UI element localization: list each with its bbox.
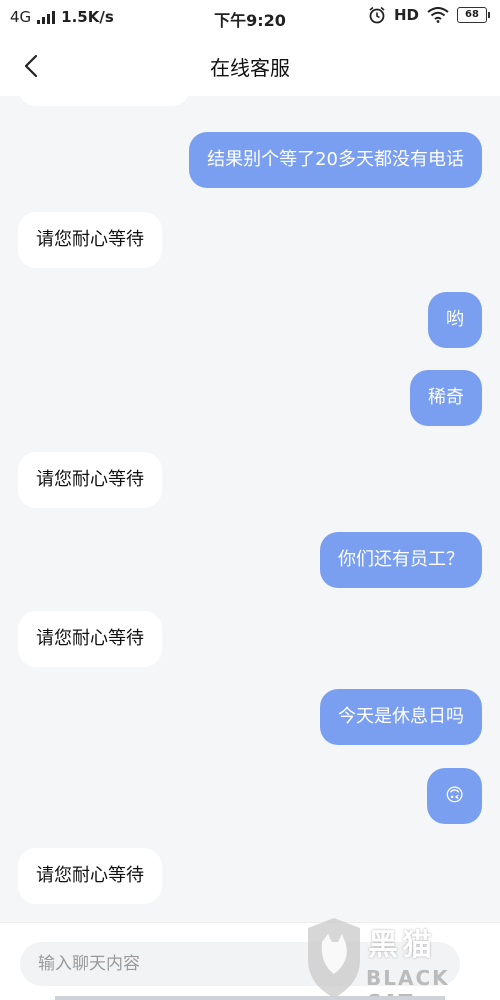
message-text: 请您耐心等待	[36, 628, 144, 649]
message-text: 哟	[446, 309, 464, 330]
wifi-icon	[427, 7, 449, 23]
message-bubble-agent[interactable]: 请您耐心等待	[18, 452, 162, 508]
home-indicator	[55, 996, 445, 1000]
input-bar	[0, 922, 500, 1000]
app-header: 在线客服	[0, 36, 500, 96]
battery-icon: 68	[457, 7, 490, 23]
status-right: HD 68	[368, 6, 490, 24]
message-bubble-agent[interactable]: 请您耐心等待	[18, 848, 162, 904]
alarm-icon	[369, 6, 385, 24]
partial-message-bubble	[18, 96, 190, 106]
message-bubble-agent[interactable]: 请您耐心等待	[18, 611, 162, 667]
message-bubble-user[interactable]: 稀奇	[410, 370, 482, 426]
message-text: 稀奇	[428, 387, 464, 408]
message-text: 请您耐心等待	[36, 229, 144, 250]
message-bubble-user[interactable]: 🙃	[427, 768, 482, 824]
message-bubble-user[interactable]: 哟	[428, 292, 482, 348]
message-text: 你们还有员工？	[338, 549, 464, 570]
status-bar: 4G 1.5K/s 下午9:20 HD 68	[0, 0, 500, 36]
message-bubble-user[interactable]: 你们还有员工？	[320, 532, 482, 588]
message-text: 今天是休息日吗	[338, 706, 464, 727]
page-title: 在线客服	[210, 56, 290, 80]
hd-label: HD	[393, 6, 419, 24]
message-bubble-user[interactable]: 结果别个等了20多天都没有电话	[189, 132, 482, 188]
chat-message-list[interactable]: 结果别个等了20多天都没有电话 请您耐心等待 哟 稀奇 请您耐心等待 你们还有员…	[0, 96, 500, 922]
chat-screen: 4G 1.5K/s 下午9:20 HD 68 在线客服 结果别个等了20多天都没…	[0, 0, 500, 1000]
message-text: 结果别个等了20多天都没有电话	[207, 149, 464, 170]
battery-level: 68	[457, 7, 487, 23]
message-text: 请您耐心等待	[36, 469, 144, 490]
message-bubble-user[interactable]: 今天是休息日吗	[320, 689, 482, 745]
message-text: 请您耐心等待	[36, 865, 144, 886]
message-emoji: 🙃	[445, 785, 464, 806]
message-bubble-agent[interactable]: 请您耐心等待	[18, 212, 162, 268]
chat-input[interactable]	[20, 942, 460, 986]
